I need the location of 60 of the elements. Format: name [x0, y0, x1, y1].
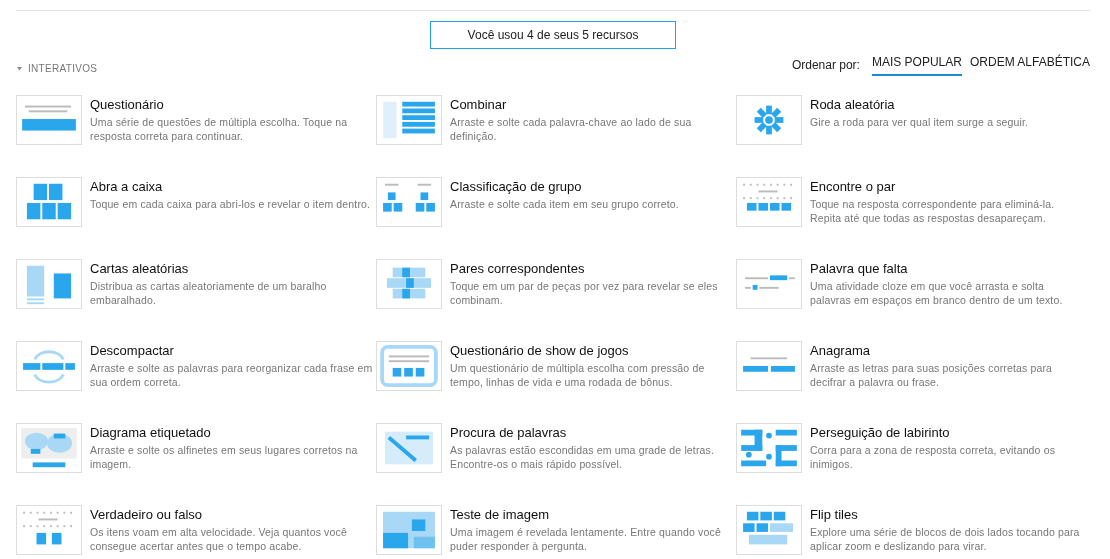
template-description: Uma imagem é revelada lentamente. Entre quando você puder responder à pergunta. — [450, 525, 722, 553]
template-title[interactable]: Encontre o par — [810, 179, 1086, 195]
template-thumbnail-drawing — [376, 259, 442, 309]
template-title[interactable]: Procura de palavras — [450, 425, 736, 441]
usage-notice: Você usou 4 de seus 5 recursos — [430, 21, 676, 49]
template-thumbnail-drawing — [376, 177, 442, 227]
template-thumbnail-drawing — [736, 423, 802, 473]
template-thumbnail-drawing — [736, 505, 802, 555]
template-title[interactable]: Roda aleatória — [810, 97, 1029, 113]
template-title[interactable]: Cartas aleatórias — [90, 261, 376, 277]
template-thumbnail-drawing — [16, 341, 82, 391]
template-description: Os itens voam em alta velocidade. Veja quantos você consegue acertar antes que o tempo acabe. — [90, 525, 348, 553]
template-description: Explore uma série de blocos de dois lados tocando para aplicar zoom e deslizando para virar. — [810, 525, 1081, 553]
template-description: Toque na resposta correspondente para eliminá-la. Repita até que todas as respostas desapareçam. — [810, 197, 1056, 225]
sort-option[interactable]: ORDEM ALFABÉTICA — [969, 53, 1090, 76]
template-thumbnail-drawing — [16, 505, 82, 555]
template-thumbnail-drawing — [736, 259, 802, 309]
template-description: Gire a roda para ver qual item surge a seguir. — [810, 115, 1029, 129]
template-title[interactable]: Descompactar — [90, 343, 376, 359]
template-description: Uma série de questões de múltipla escolha. Toque na resposta correta para continuar. — [90, 115, 349, 143]
template-title[interactable]: Pares correspondentes — [450, 261, 736, 277]
template-title[interactable]: Combinar — [450, 97, 736, 113]
template-thumbnail-drawing — [736, 341, 802, 391]
sort-option[interactable]: MAIS POPULAR — [871, 53, 962, 76]
template-description: Arraste e solte as palavras para reorganizar cada frase em sua ordem correta. — [90, 361, 374, 389]
template-title[interactable]: Anagrama — [810, 343, 1086, 359]
template-title[interactable]: Perseguição de labirinto — [810, 425, 1086, 441]
template-title[interactable]: Palavra que falta — [810, 261, 1086, 277]
template-description: Arraste e solte cada item em seu grupo correto. — [450, 197, 679, 211]
template-description: As palavras estão escondidas em uma grade de letras. Encontre-os o mais rápido possível. — [450, 443, 716, 471]
template-description: Distribua as cartas aleatoriamente de um baralho embaralhado. — [90, 279, 328, 307]
template-title[interactable]: Questionário — [90, 97, 376, 113]
caret-icon — [16, 66, 23, 72]
template-title[interactable]: Flip tiles — [810, 507, 1086, 523]
template-title[interactable]: Abra a caixa — [90, 179, 371, 195]
template-description: Arraste e solte os alfinetes em seus lugares corretos na imagem. — [90, 443, 359, 471]
template-description: Uma atividade cloze em que você arrasta e solta palavras em espaços em branco dentro de um texto. — [810, 279, 1064, 307]
section-toggle[interactable]: INTERATIVOS — [16, 61, 98, 76]
template-description: Um questionário de múltipla escolha com pressão de tempo, linhas de vida e uma rodada de bônus. — [450, 361, 706, 389]
template-description: Toque em um par de peças por vez para revelar se eles combinam. — [450, 279, 719, 307]
template-thumbnail-drawing — [376, 505, 442, 555]
template-description: Arraste as letras para suas posições corretas para decifrar a palavra ou frase. — [810, 361, 1054, 389]
template-thumbnail-drawing — [376, 95, 442, 145]
template-title[interactable]: Diagrama etiquetado — [90, 425, 376, 441]
template-thumbnail-drawing — [376, 341, 442, 391]
template-thumbnail-drawing — [376, 423, 442, 473]
template-title[interactable]: Verdadeiro ou falso — [90, 507, 376, 523]
template-thumbnail-drawing — [736, 95, 802, 145]
template-thumbnail-drawing — [736, 177, 802, 227]
template-thumbnail-drawing — [16, 423, 82, 473]
template-title[interactable]: Questionário de show de jogos — [450, 343, 736, 359]
template-thumbnail-drawing — [16, 95, 82, 145]
sort-label: Ordenar por: — [791, 56, 860, 74]
template-title[interactable]: Classificação de grupo — [450, 179, 679, 195]
template-description: Toque em cada caixa para abri-los e revelar o item dentro. — [90, 197, 371, 211]
template-title[interactable]: Teste de imagem — [450, 507, 736, 523]
template-description: Arraste e solte cada palavra-chave ao lado de sua definição. — [450, 115, 693, 143]
template-description: Corra para a zona de resposta correta, evitando os inimigos. — [810, 443, 1057, 471]
template-thumbnail-drawing — [16, 177, 82, 227]
template-thumbnail-drawing — [16, 259, 82, 309]
